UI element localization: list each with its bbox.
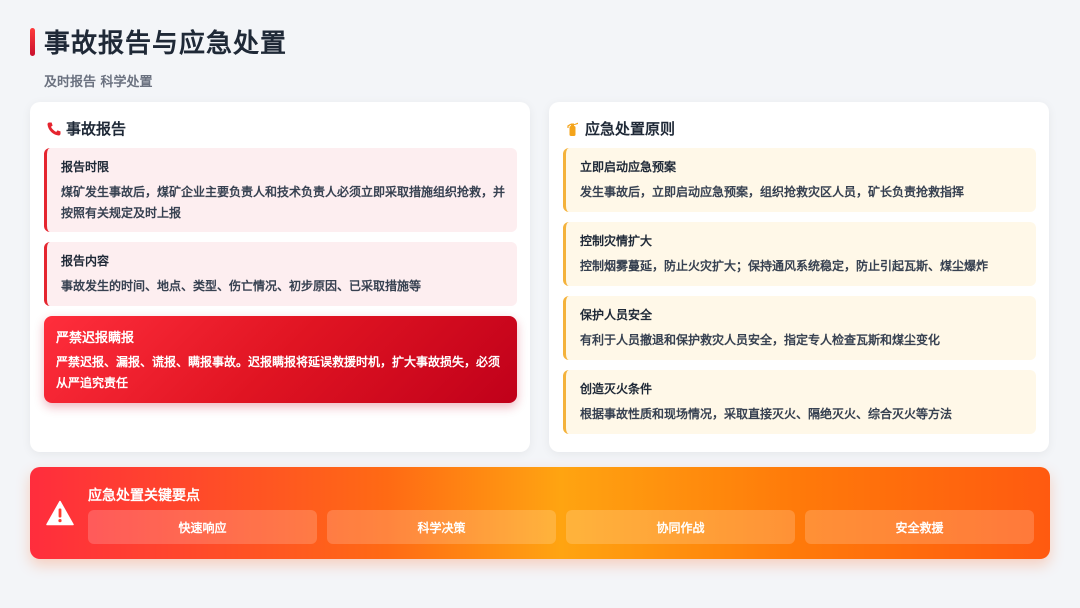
page-subtitle: 及时报告 科学处置 [44,75,153,90]
report-deadline-item: 报告时限 煤矿发生事故后，煤矿企业主要负责人和技术负责人必须立即采取措施组织抢救… [44,148,517,232]
principle-item: 创造灭火条件 根据事故性质和现场情况，采取直接灭火、隔绝灭火、综合灭火等方法 [563,370,1036,434]
principle-title: 创造灭火条件 [580,382,653,396]
principle-text: 根据事故性质和现场情况，采取直接灭火、隔绝灭火、综合灭火等方法 [580,407,953,421]
principle-text: 有利于人员撤退和保护救灾人员安全，指定专人检查瓦斯和煤尘变化 [580,333,941,347]
accident-report-title: 事故报告 [66,120,127,138]
principle-title: 保护人员安全 [580,308,653,322]
report-content-title: 报告内容 [61,254,110,268]
principle-item: 控制灾情扩大 控制烟雾蔓延，防止火灾扩大；保持通风系统稳定，防止引起瓦斯、煤尘爆… [563,222,1036,286]
report-content-item: 报告内容 事故发生的时间、地点、类型、伤亡情况、初步原因、已采取措施等 [44,242,517,306]
accident-report-card: 事故报告 报告时限 煤矿发生事故后，煤矿企业主要负责人和技术负责人必须立即采取措… [30,102,530,452]
emergency-principles-title: 应急处置原则 [585,120,676,138]
key-points-banner: 应急处置关键要点 快速响应 科学决策 协同作战 安全救援 [30,467,1050,559]
key-points-title: 应急处置关键要点 [88,488,200,504]
principle-text: 控制烟雾蔓延，防止火灾扩大；保持通风系统稳定，防止引起瓦斯、煤尘爆炸 [580,259,989,273]
principle-text: 发生事故后，立即启动应急预案，组织抢救灾区人员，矿长负责抢救指挥 [580,185,965,199]
no-delay-alert: 严禁迟报瞒报 严禁迟报、漏报、谎报、瞒报事故。迟报瞒报将延误救援时机，扩大事故损… [44,316,517,403]
principle-item: 保护人员安全 有利于人员撤退和保护救灾人员安全，指定专人检查瓦斯和煤尘变化 [563,296,1036,360]
accident-report-header: 事故报告 [46,118,126,139]
report-deadline-text: 煤矿发生事故后，煤矿企业主要负责人和技术负责人必须立即采取措施组织抢救，并按照有… [61,185,506,220]
key-point-pill: 科学决策 [327,510,556,544]
no-delay-alert-title: 严禁迟报瞒报 [56,331,135,346]
principle-title: 立即启动应急预案 [580,160,677,174]
key-point-pill: 快速响应 [88,510,317,544]
warning-icon [46,500,74,526]
principle-item: 立即启动应急预案 发生事故后，立即启动应急预案，组织抢救灾区人员，矿长负责抢救指… [563,148,1036,212]
title-accent-bar [30,28,35,56]
principle-title: 控制灾情扩大 [580,234,653,248]
no-delay-alert-text: 严禁迟报、漏报、谎报、瞒报事故。迟报瞒报将延误救援时机，扩大事故损失，必须从严追… [56,355,501,390]
report-deadline-title: 报告时限 [61,160,110,174]
key-point-pill: 协同作战 [566,510,795,544]
emergency-principles-card: 应急处置原则 立即启动应急预案 发生事故后，立即启动应急预案，组织抢救灾区人员，… [549,102,1049,452]
page-title: 事故报告与应急处置 [44,29,288,59]
fire-extinguisher-icon [565,121,581,137]
report-content-text: 事故发生的时间、地点、类型、伤亡情况、初步原因、已采取措施等 [61,279,422,293]
key-point-pill: 安全救援 [805,510,1034,544]
phone-icon [46,121,62,137]
emergency-principles-header: 应急处置原则 [565,118,675,139]
